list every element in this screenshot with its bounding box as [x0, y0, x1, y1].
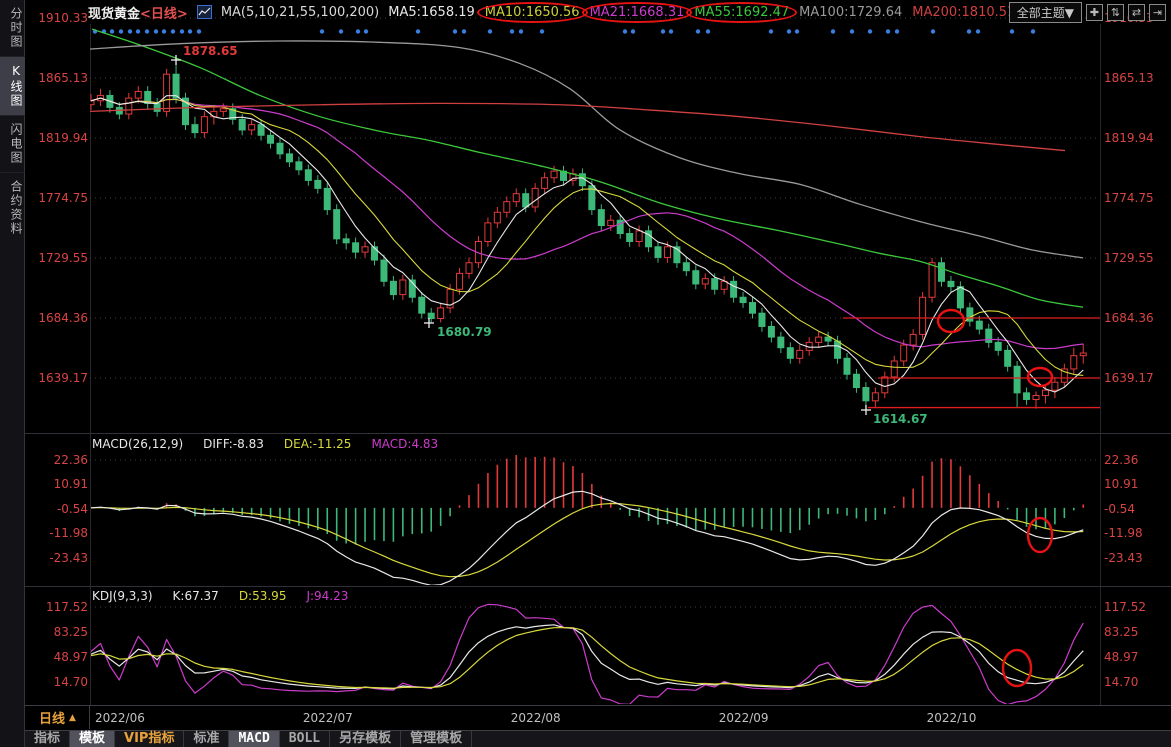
toolbar-tab-管理模板[interactable]: 管理模板 [401, 731, 472, 747]
axis-divider [25, 705, 1171, 706]
sidebar-tab-分时图[interactable]: 分时图 [0, 0, 25, 56]
price-annotation-label: 1614.67 [873, 412, 928, 426]
toolbar-tab-标准[interactable]: 标准 [184, 731, 229, 747]
toolbar-tab-BOLL[interactable]: BOLL [280, 731, 330, 747]
scale-vertical-icon[interactable]: ⇅ [1107, 4, 1124, 21]
scale-horizontal-icon[interactable]: ⇄ [1128, 4, 1145, 21]
macd-panel-header: MACD(26,12,9) DIFF:-8.83 DEA:-11.25 MACD:4.… [92, 437, 458, 451]
macd-value-label: DIFF:-8.83 [203, 437, 264, 451]
macd-values: DIFF:-8.83 DEA:-11.25 MACD:4.83 [193, 437, 448, 451]
header-controls: 全部主题▼ ✚⇅⇄⇥ [1009, 2, 1166, 23]
symbol-label: 现货黄金 [88, 7, 140, 22]
toolbar-tab-另存模板[interactable]: 另存模板 [330, 731, 401, 747]
macd-value-label: MACD:4.83 [371, 437, 438, 451]
kdj-value-label: J:94.23 [306, 589, 348, 603]
kline-icon[interactable] [197, 5, 212, 19]
panel-divider [25, 433, 1171, 434]
kdj-panel-header: KDJ(9,3,3) K:67.37 D:53.95 J:94.23 [92, 589, 368, 603]
ma-value-label: MA200:1810.51 [912, 5, 1015, 20]
price-annotation-label: 1878.65 [183, 44, 238, 58]
trading-app-window: 分时图K线图闪电图合约资料 现货黄金<日线> MA(5,10,21,55,100… [0, 0, 1171, 747]
ma-value-label: MA21:1668.31 [590, 5, 685, 20]
bottom-toolbar: 指标模板VIP指标标准MACDBOLL另存模板管理模板 [25, 730, 1171, 747]
sidebar-tab-合约资料[interactable]: 合约资料 [0, 172, 25, 243]
ma-value-label: MA100:1729.64 [799, 5, 902, 20]
kdj-value-label: K:67.37 [173, 589, 219, 603]
macd-title: MACD(26,12,9) [92, 437, 183, 451]
ma-config-label: MA(5,10,21,55,100,200) [221, 5, 379, 20]
chart-header: 现货黄金<日线> MA(5,10,21,55,100,200) MA5:1658… [88, 3, 1015, 21]
price-annotation-label: 1680.79 [437, 325, 492, 339]
kdj-values: K:67.37 D:53.95 J:94.23 [163, 589, 359, 603]
sidebar-tab-K线图[interactable]: K线图 [0, 56, 25, 115]
sidebar: 分时图K线图闪电图合约资料 [0, 0, 25, 747]
toolbar-tab-VIP指标[interactable]: VIP指标 [115, 731, 184, 747]
toolbar-tab-MACD[interactable]: MACD [229, 731, 279, 747]
ma-value-label: MA55:1692.47 [694, 5, 789, 20]
theme-selector-button[interactable]: 全部主题▼ [1009, 2, 1082, 23]
chart-canvas[interactable] [0, 0, 1171, 747]
layout-grid-icon[interactable]: ✚ [1086, 4, 1103, 21]
kdj-title: KDJ(9,3,3) [92, 589, 153, 603]
period-label: <日线> [140, 7, 188, 22]
toolbar-tab-模板[interactable]: 模板 [70, 731, 115, 747]
ma-value-label: MA5:1658.19 [388, 5, 475, 20]
kdj-value-label: D:53.95 [239, 589, 287, 603]
toolbar-tab-指标[interactable]: 指标 [25, 731, 70, 747]
symbol-name: 现货黄金<日线> [88, 3, 188, 22]
macd-value-label: DEA:-11.25 [284, 437, 352, 451]
pan-right-icon[interactable]: ⇥ [1149, 4, 1166, 21]
ma-value-label: MA10:1650.56 [485, 5, 580, 20]
sidebar-tab-闪电图[interactable]: 闪电图 [0, 115, 25, 172]
window-tool-icons: ✚⇅⇄⇥ [1086, 4, 1166, 21]
ma-values: MA5:1658.19 MA10:1650.56 MA21:1668.31 MA55:… [388, 5, 1015, 20]
panel-divider [25, 586, 1171, 587]
